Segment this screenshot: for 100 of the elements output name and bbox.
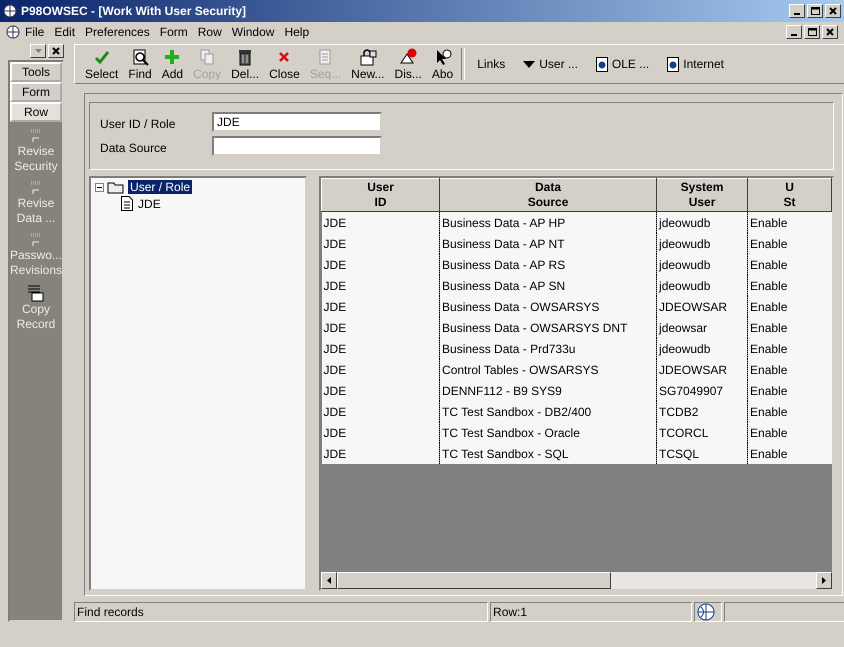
toolbar-button[interactable]: Find [126,48,154,80]
table-cell: SG7049907 [656,380,748,401]
minimize-button[interactable] [789,4,805,18]
close-icon [52,47,60,55]
search-icon [131,48,150,66]
table-cell: Business Data - AP RS [440,254,657,275]
link-dropdown[interactable]: User ... [517,57,584,71]
toolbar-button[interactable]: Select [83,48,120,80]
folder-icon [107,180,126,194]
close-icon [826,28,834,36]
table-cell: JDEOWSAR [656,359,748,380]
table-cell: Enable [748,296,832,317]
table-cell: JDE [322,296,440,317]
globe-icon [6,25,20,39]
menu-item[interactable]: Help [279,25,314,39]
table-cell: JDE [322,317,440,338]
row-indicator: Row:1 [490,602,692,622]
panel-tab[interactable]: Tools [10,62,62,82]
padlock-icon [358,48,377,66]
toolbar-button[interactable]: New... [349,48,387,80]
table-cell: JDE [322,359,440,380]
document-icon [596,56,608,72]
table-cell: Enable [748,317,832,338]
table-cell: JDE [322,233,440,254]
menu-item[interactable]: Window [226,25,280,39]
table-cell: JDE [322,401,440,422]
table-cell: Control Tables - OWSARSYS [440,359,657,380]
right-arrow-icon[interactable] [822,577,826,584]
close-icon [829,7,837,15]
table-cell: Business Data - Prd733u [440,338,657,359]
table-cell: TCORCL [656,422,748,443]
menu-item[interactable]: File [20,25,50,39]
table-cell: Business Data - OWSARSYS [440,296,657,317]
table-cell: Enable [748,275,832,296]
column-header[interactable]: System User [656,178,748,212]
input-field[interactable]: JDE [212,112,382,132]
table-cell: jdeowudb [656,212,748,233]
caret-icon [523,60,536,68]
link-button[interactable]: OLE ... [590,56,656,72]
toolbar-button[interactable]: Add [160,48,186,80]
panel-tab[interactable]: Row [10,102,62,122]
column-header[interactable]: U St [748,178,832,212]
close-button[interactable] [825,4,841,18]
table-cell: Business Data - OWSARSYS DNT [440,317,657,338]
table-cell: Business Data - AP SN [440,275,657,296]
table-cell: JDE [322,338,440,359]
dropdown-button[interactable] [30,44,46,58]
table-cell: Enable [748,359,832,380]
table-cell: Enable [748,422,832,443]
panel-tab[interactable]: Form [10,82,62,102]
link-button[interactable]: Internet [661,56,730,72]
table-cell: TC Test Sandbox - Oracle [440,422,657,443]
window-title: P98OWSEC - [Work With User Security] [21,4,248,18]
maximize-icon [810,7,820,15]
links-label: Links [476,57,506,71]
menu-item[interactable]: Edit [49,25,80,39]
table-cell: jdeowudb [656,275,748,296]
table-cell: jdeowudb [656,233,748,254]
globe-icon [697,603,716,621]
row-exit-icon [30,180,42,196]
table-cell: Enable [748,254,832,275]
column-header[interactable]: User ID [322,178,440,212]
toolbar-button[interactable]: Dis... [392,48,424,80]
table-cell: jdeowsar [656,317,748,338]
close-button[interactable] [822,25,838,39]
copy-record-icon [26,284,46,302]
minimize-button[interactable] [786,25,802,39]
row-exit-icon [30,232,42,248]
toolbar-button[interactable]: Abo [430,48,456,80]
table-cell: JDEOWSAR [656,296,748,317]
horizontal-scrollbar[interactable] [321,572,832,589]
menu-item[interactable]: Row [192,25,227,39]
table-cell: Enable [748,380,832,401]
input-field[interactable] [212,136,382,156]
table-cell: Business Data - AP HP [440,212,657,233]
caret-icon [34,49,42,53]
table-cell: JDE [322,443,440,464]
table-cell: JDE [322,212,440,233]
column-header[interactable]: Data Source [440,178,657,212]
globe-icon [3,4,17,18]
maximize-button[interactable] [804,25,820,39]
field-label: Data Source [100,141,168,155]
menu-item[interactable]: Preferences [80,25,155,39]
toolbar-button[interactable]: Close [267,48,302,80]
tree-item[interactable]: User / Role [128,180,192,194]
table-cell: Enable [748,401,832,422]
table-cell: TCSQL [656,443,748,464]
table-cell: Enable [748,212,832,233]
close-button[interactable] [48,44,64,58]
table-cell: JDE [322,275,440,296]
table-cell: jdeowudb [656,254,748,275]
table-cell: JDE [322,422,440,443]
left-arrow-icon[interactable] [327,577,332,584]
menu-item[interactable]: Form [154,25,193,39]
document-icon [667,56,680,72]
toolbar-button[interactable]: Del... [229,48,262,80]
tree-item[interactable]: JDE [136,196,163,210]
table-cell: jdeowudb [656,338,748,359]
maximize-button[interactable] [807,4,823,18]
collapse-icon[interactable] [95,182,104,192]
